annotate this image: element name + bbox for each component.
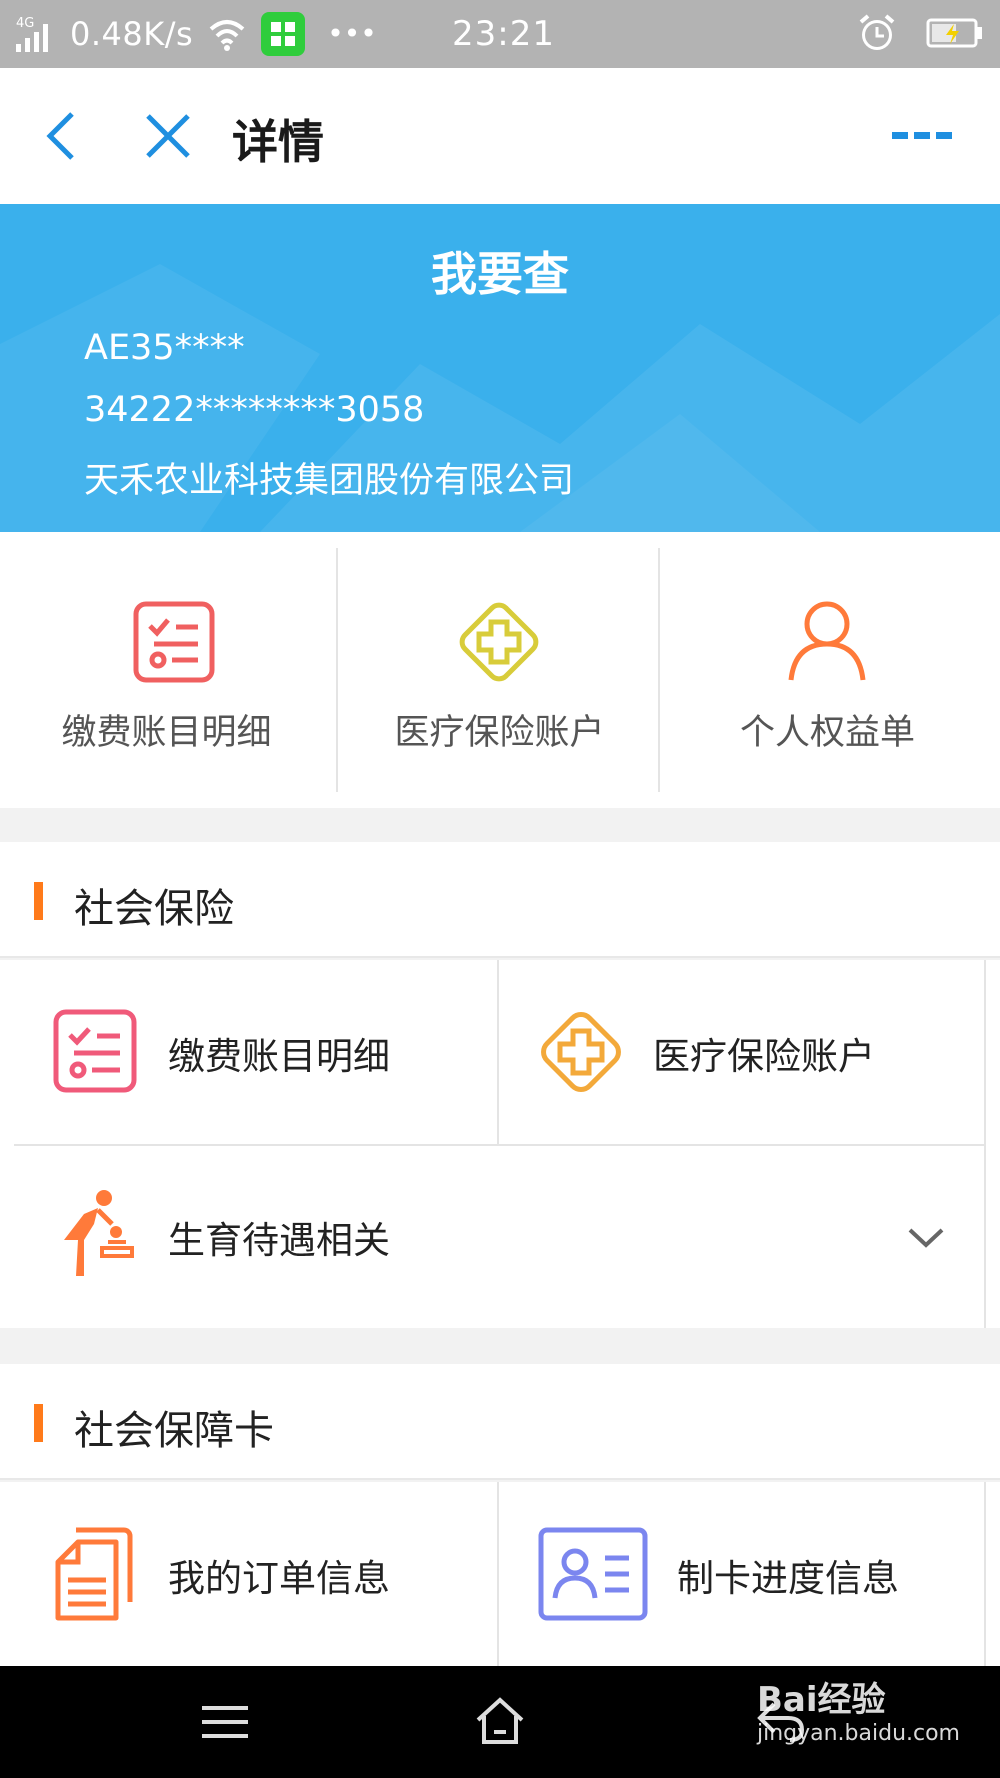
quick-personal-rights[interactable]: 个人权益单 [661,532,994,808]
id-card-icon [538,1527,648,1621]
edge-panel [986,1482,1000,1666]
network-speed: 0.48K/s [70,15,194,53]
page-title: 详情 [232,115,324,169]
id-number: 34222********3058 [84,390,425,430]
item-label: 我的订单信息 [168,1557,390,1600]
item-label: 缴费账目明细 [168,1035,390,1078]
status-left: 4G 0.48K/s ••• [14,10,377,58]
item-label: 生育待遇相关 [168,1219,390,1262]
account-number: AE35**** [84,328,245,368]
account-banner: 我要查 AE35**** 34222********3058 天禾农业科技集团股… [0,204,1000,532]
app-notification-icon [261,12,306,56]
chevron-down-icon[interactable] [906,1226,946,1250]
back-icon[interactable] [34,106,94,166]
nav-bar: 详情 [0,68,1000,204]
card-progress-item[interactable]: 制卡进度信息 [499,1482,984,1666]
section-title: 社会保障卡 [74,1408,274,1454]
banner-title: 我要查 [431,247,569,301]
baidu-watermark: Bai经验 jingyan.baidu.com [757,1672,960,1746]
divider [658,548,660,792]
company-name: 天禾农业科技集团股份有限公司 [84,461,575,501]
signal-icon [16,24,48,52]
watermark-brand: Bai经验 [756,1680,886,1720]
person-icon [788,601,866,681]
wifi-icon [209,20,245,51]
status-bar: 4G 0.48K/s ••• 23:21 [0,0,1000,68]
more-menu-icon[interactable] [890,126,954,146]
quick-actions: 缴费账目明细 医疗保险账户 个人权益单 [0,532,1000,808]
quick-payment-details[interactable]: 缴费账目明细 [0,532,333,808]
section-social-insurance: 社会保险 [0,842,1000,958]
order-info-item[interactable]: 我的订单信息 [0,1482,497,1666]
section-social-card: 社会保障卡 [0,1364,1000,1480]
battery-icon [926,18,982,48]
status-right [856,12,984,54]
section-marker [34,882,43,920]
maternity-icon [64,1190,134,1276]
menu-icon[interactable] [200,1702,250,1742]
payment-details-item[interactable]: 缴费账目明细 [0,960,497,1144]
watermark-url: jingyan.baidu.com [756,1721,960,1746]
edge-panel [986,960,1000,1328]
section-title: 社会保险 [74,886,234,932]
document-icon [55,1527,133,1621]
alarm-icon [859,14,895,50]
maternity-benefits-item[interactable]: 生育待遇相关 [0,1146,984,1328]
more-notifications: ••• [327,17,377,50]
clock: 23:21 [452,14,555,54]
quick-action-label: 个人权益单 [739,713,915,753]
item-label: 医疗保险账户 [653,1035,875,1078]
medical-cross-icon [541,1012,621,1092]
quick-action-label: 缴费账目明细 [61,713,272,753]
home-icon[interactable] [474,1696,526,1746]
item-label: 制卡进度信息 [677,1557,899,1600]
checklist-icon [53,1009,137,1093]
close-icon[interactable] [138,106,198,166]
medical-account-item[interactable]: 医疗保险账户 [499,960,984,1144]
quick-medical-account[interactable]: 医疗保险账户 [333,532,666,808]
checklist-icon [133,601,215,683]
medical-cross-icon [459,602,539,682]
quick-action-label: 医疗保险账户 [394,713,605,753]
section-marker [34,1404,43,1442]
